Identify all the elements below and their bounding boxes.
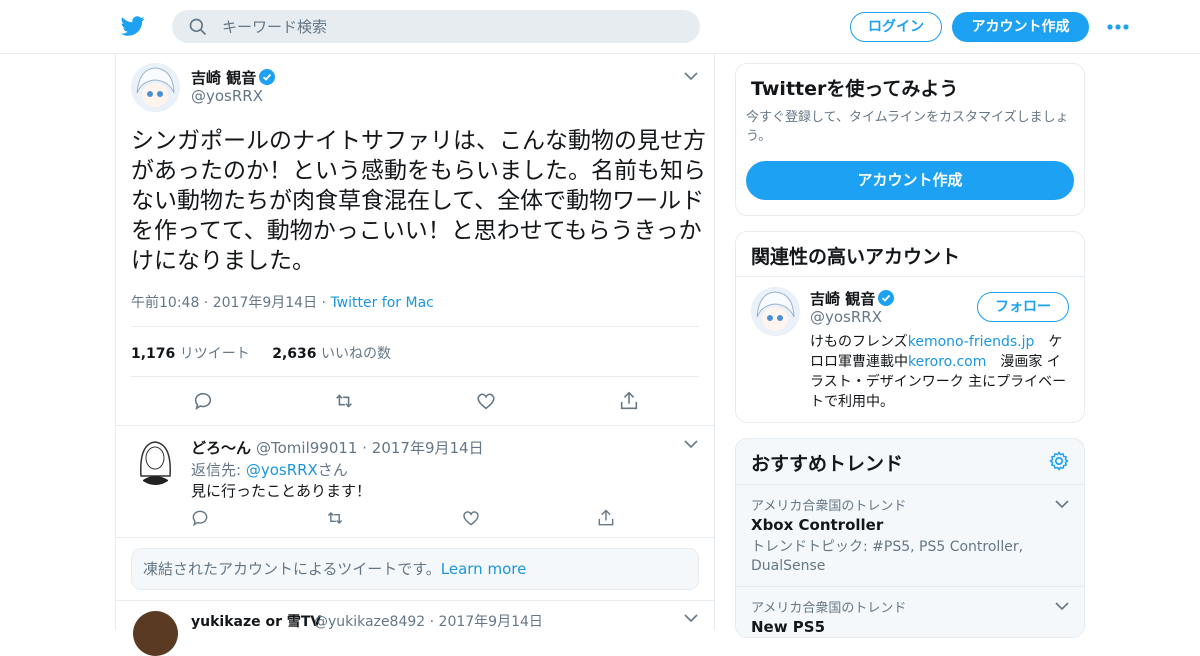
retweet-stat[interactable]: 1,176 リツイート — [131, 346, 250, 362]
suspended-notice-text: 凍結されたアカウントによるツイートです。 — [143, 560, 441, 578]
reply-to-prefix: 返信先: — [191, 461, 246, 479]
chevron-down-icon[interactable] — [684, 439, 698, 449]
bio-link[interactable]: keroro.com — [908, 354, 986, 370]
heart-icon[interactable] — [461, 508, 481, 528]
retweet-count: 1,176 — [131, 346, 176, 362]
reply-author-meta: @Tomil99011 · 2017年9月14日 — [256, 439, 484, 457]
reply-author-handle[interactable]: @yukikaze8492 — [314, 614, 425, 630]
reply-tweet[interactable]: yukikaze or 雪TV @yukikaze8492 · 2017年9月1… — [116, 600, 714, 656]
chevron-down-icon[interactable] — [1055, 601, 1069, 611]
reply-to-line: 返信先: @yosRRXさん — [191, 459, 348, 480]
avatar[interactable] — [131, 63, 180, 112]
signup-card: Twitterを使ってみよう 今すぐ登録して、タイムラインをカスタマイズしましょ… — [735, 63, 1085, 216]
related-accounts-card: 関連性の高いアカウント 吉崎 観音 @yosRRX フォロー けものフレンズke… — [735, 231, 1085, 423]
retweet-icon[interactable] — [333, 390, 355, 412]
divider — [736, 276, 1084, 277]
avatar[interactable] — [751, 287, 800, 336]
reply-author-name[interactable]: yukikaze or 雪TV — [191, 611, 321, 631]
reply-author-handle[interactable]: @Tomil99011 — [256, 439, 357, 457]
signup-card-subtitle: 今すぐ登録して、タイムラインをカスタマイズしましょう。 — [746, 110, 1069, 144]
trend-category: アメリカ合衆国のトレンド — [751, 499, 907, 514]
related-card-title: 関連性の高いアカウント — [751, 246, 961, 268]
trends-card: おすすめトレンド アメリカ合衆国のトレンド Xbox Controller トレ… — [735, 438, 1085, 638]
search-input[interactable] — [222, 10, 682, 43]
like-stat[interactable]: 2,636 いいねの数 — [272, 346, 391, 362]
tweet-time[interactable]: 午前10:48 — [131, 295, 199, 311]
top-navigation-bar: ログイン アカウント作成 — [0, 0, 1200, 54]
chevron-down-icon[interactable] — [684, 71, 698, 81]
search-box[interactable] — [172, 10, 700, 43]
search-icon — [189, 18, 207, 36]
related-account-handle[interactable]: @yosRRX — [810, 308, 882, 326]
reply-to-suffix: さん — [317, 461, 348, 479]
reply-text: 見に行ったことあります！ — [191, 482, 372, 500]
heart-icon[interactable] — [475, 390, 497, 412]
divider — [131, 326, 699, 327]
author-name-text[interactable]: 吉崎 観音 — [191, 69, 256, 87]
chevron-down-icon[interactable] — [1055, 499, 1069, 509]
settings-gear-icon[interactable] — [1048, 450, 1070, 472]
verified-badge-icon — [259, 69, 276, 85]
tweet-text: シンガポールのナイトサファリは、こんな動物の見せ方があったのか！という感動をもら… — [131, 128, 706, 274]
chevron-down-icon[interactable] — [684, 613, 698, 623]
more-dots-icon[interactable] — [1106, 20, 1130, 34]
related-account-name[interactable]: 吉崎 観音 — [810, 288, 895, 309]
related-account-bio: けものフレンズkemono-friends.jp ケロロ軍曹連載中keroro.… — [810, 332, 1072, 412]
tweet-meta: 午前10:48 · 2017年9月14日 · Twitter for Mac — [131, 295, 434, 311]
suspended-notice: 凍結されたアカウントによるツイートです。Learn more — [131, 548, 699, 590]
signup-card-title: Twitterを使ってみよう — [751, 78, 959, 100]
share-icon[interactable] — [618, 390, 640, 412]
trends-card-title: おすすめトレンド — [751, 453, 904, 475]
verified-badge-icon — [878, 290, 895, 306]
trend-category: アメリカ合衆国のトレンド — [751, 601, 907, 616]
follow-button[interactable]: フォロー — [977, 292, 1069, 322]
trend-item[interactable]: アメリカ合衆国のトレンド New PS5 — [736, 586, 1084, 637]
reply-author-meta: @yukikaze8492 · 2017年9月14日 — [314, 614, 543, 630]
share-icon[interactable] — [596, 508, 616, 528]
main-tweet: 吉崎 観音 @yosRRX シンガポールのナイトサファリは、こんな動物の見せ方が… — [116, 54, 714, 426]
avatar[interactable] — [133, 611, 178, 656]
tweet-timeline: 吉崎 観音 @yosRRX シンガポールのナイトサファリは、こんな動物の見せ方が… — [115, 54, 715, 656]
login-button[interactable]: ログイン — [850, 12, 942, 42]
tweet-stats: 1,176 リツイート 2,636 いいねの数 — [131, 343, 391, 363]
reply-date[interactable]: 2017年9月14日 — [439, 614, 543, 630]
learn-more-link[interactable]: Learn more — [441, 560, 527, 578]
divider — [131, 376, 699, 377]
signup-card-button[interactable]: アカウント作成 — [746, 161, 1074, 200]
trend-name[interactable]: Xbox Controller — [751, 516, 883, 534]
author-handle[interactable]: @yosRRX — [191, 87, 263, 105]
tweet-date[interactable]: 2017年9月14日 — [213, 295, 317, 311]
bio-link[interactable]: kemono-friends.jp — [908, 334, 1035, 350]
tweet-client[interactable]: Twitter for Mac — [330, 295, 433, 311]
like-count: 2,636 — [272, 346, 317, 362]
like-label: いいねの数 — [320, 346, 391, 362]
reply-icon[interactable] — [190, 508, 210, 528]
reply-date[interactable]: 2017年9月14日 — [372, 439, 484, 457]
signup-button[interactable]: アカウント作成 — [952, 12, 1089, 42]
trend-description: トレンドトピック: #PS5, PS5 Controller, DualSens… — [751, 539, 1024, 574]
trend-item[interactable]: アメリカ合衆国のトレンド Xbox Controller トレンドトピック: #… — [736, 484, 1084, 586]
reply-author-name[interactable]: どろ〜ん — [191, 437, 251, 458]
reply-to-handle[interactable]: @yosRRX — [246, 461, 318, 479]
retweet-icon[interactable] — [325, 508, 345, 528]
related-account-name-text[interactable]: 吉崎 観音 — [810, 290, 875, 308]
avatar[interactable] — [133, 436, 178, 485]
trend-name[interactable]: New PS5 — [751, 618, 825, 636]
twitter-bird-icon[interactable] — [120, 14, 146, 38]
reply-icon[interactable] — [192, 390, 214, 412]
author-name[interactable]: 吉崎 観音 — [191, 67, 276, 88]
retweet-label: リツイート — [179, 346, 250, 362]
reply-tweet[interactable]: どろ〜ん @Tomil99011 · 2017年9月14日 返信先: @yosR… — [116, 426, 714, 538]
bio-text: けものフレンズ — [810, 334, 908, 350]
